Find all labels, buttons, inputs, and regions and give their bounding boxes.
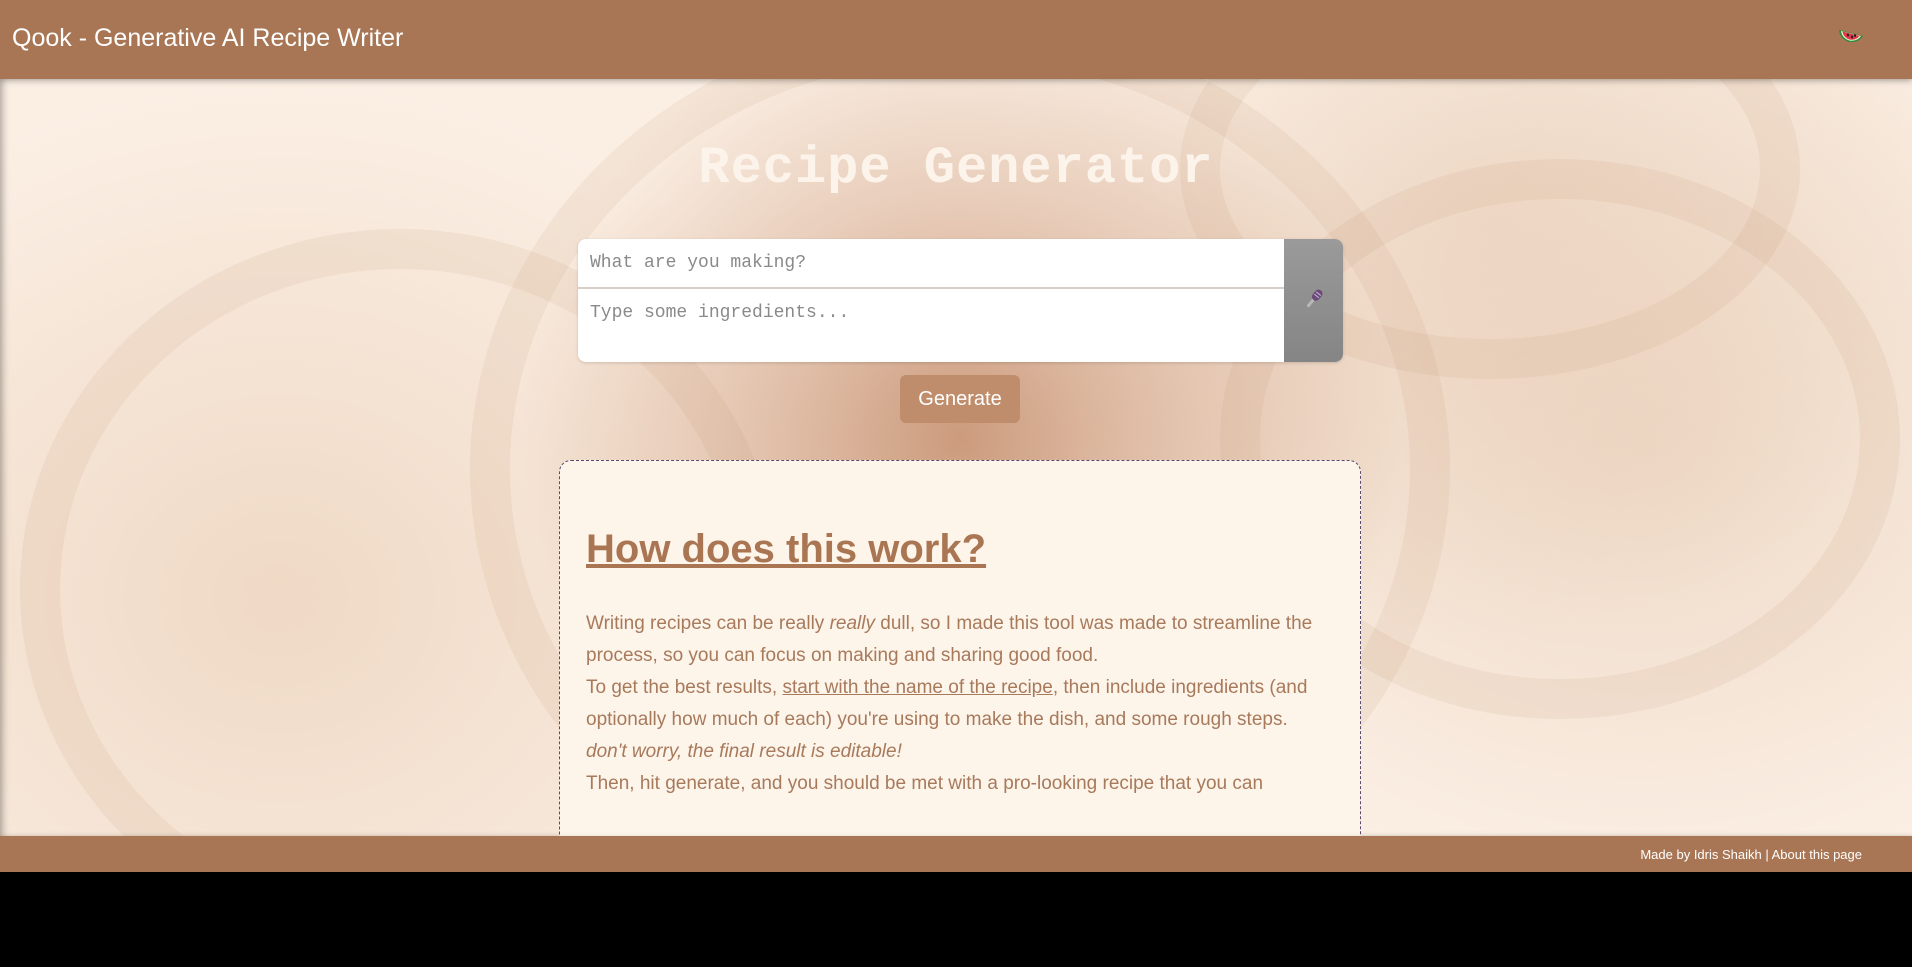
info-text: Writing recipes can be really (586, 613, 830, 634)
footer: Made by Idris Shaikh | About this page (0, 836, 1912, 872)
main-area: Recipe Generator Generate How does this … (0, 79, 1912, 836)
info-heading: How does this work? (586, 527, 987, 571)
footer-separator: | (1761, 847, 1772, 862)
microphone-icon (1300, 285, 1328, 316)
watermelon-icon[interactable] (1836, 20, 1866, 50)
about-page-link[interactable]: About this page (1772, 847, 1862, 862)
info-text: To get the best results, (586, 677, 783, 698)
app-title: Qook - Generative AI Recipe Writer (12, 24, 404, 52)
app-header: Qook - Generative AI Recipe Writer (0, 0, 1912, 79)
info-card: How does this work? Writing recipes can … (559, 460, 1361, 836)
info-paragraph: To get the best results, start with the … (586, 672, 1338, 736)
info-emphasis: really (829, 613, 875, 634)
info-body: Writing recipes can be really really dul… (586, 608, 1338, 800)
info-paragraph: Then, hit generate, and you should be me… (586, 773, 1264, 794)
generate-button[interactable]: Generate (900, 375, 1020, 423)
recipe-name-tip-link[interactable]: start with the name of the recipe (782, 677, 1052, 698)
ingredients-input[interactable] (578, 289, 1284, 362)
footer-text: Made by Idris Shaikh | About this page (1640, 847, 1862, 862)
info-emphasis: don't worry, the final result is editabl… (586, 741, 902, 762)
info-paragraph: Writing recipes can be really really dul… (586, 608, 1338, 672)
info-paragraph: don't worry, the final result is editabl… (586, 736, 1338, 768)
footer-credit: Made by Idris Shaikh (1640, 847, 1762, 862)
voice-input-button[interactable] (1284, 239, 1343, 362)
page-title: Recipe Generator (698, 139, 1214, 198)
recipe-form (578, 239, 1343, 362)
recipe-name-input[interactable] (578, 239, 1284, 289)
